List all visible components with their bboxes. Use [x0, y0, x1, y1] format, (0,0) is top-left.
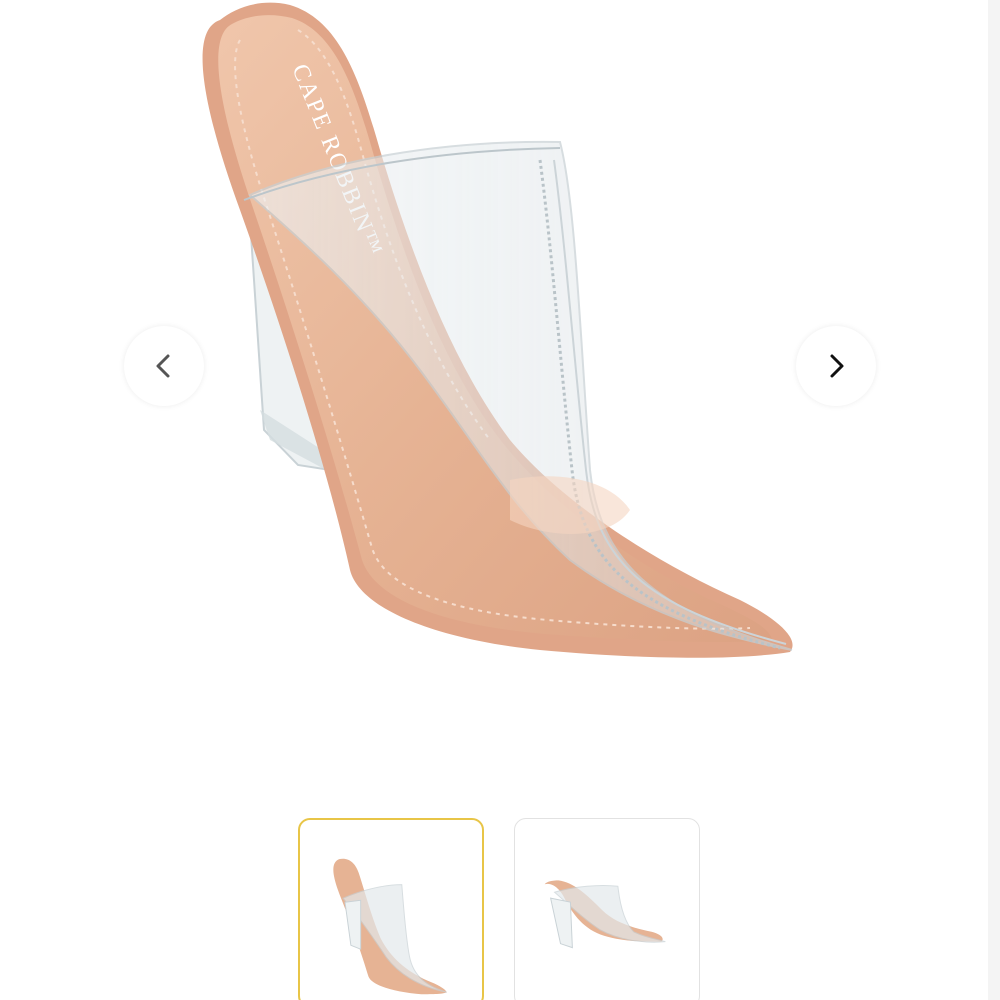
thumbnail-shoe-front-image	[333, 858, 447, 995]
shoe-illustration: CAPE ROBBIN™	[202, 2, 793, 658]
chevron-left-icon	[156, 354, 170, 378]
next-image-button[interactable]	[796, 326, 876, 406]
scrollbar-track[interactable]	[988, 0, 1000, 1000]
previous-image-button[interactable]	[124, 326, 204, 406]
chevron-right-icon	[830, 354, 844, 378]
thumbnail-shoe-side-image	[544, 880, 666, 949]
thumbnail-view-1[interactable]	[298, 818, 484, 1000]
thumbnail-strip	[298, 818, 718, 1000]
thumbnail-view-2[interactable]	[514, 818, 700, 1000]
product-gallery-page: CAPE ROBBIN™	[0, 0, 1000, 1000]
main-product-image: CAPE ROBBIN™	[180, 0, 820, 700]
